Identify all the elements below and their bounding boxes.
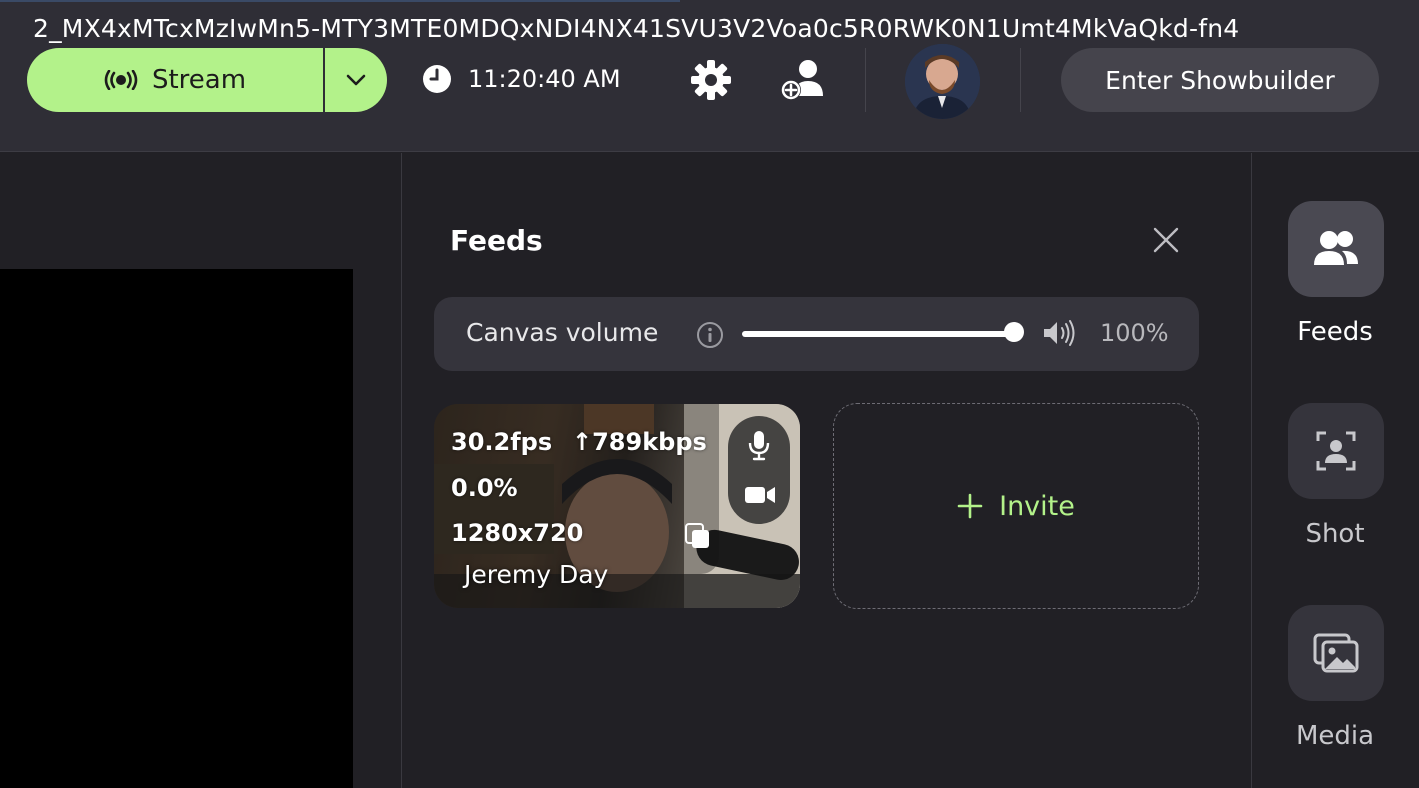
browser-tab-indicator [0, 0, 680, 2]
feed-name: Jeremy Day [464, 560, 609, 589]
user-photo [905, 44, 980, 119]
settings-button[interactable] [690, 59, 732, 105]
shot-icon [1316, 431, 1356, 471]
copy-icon[interactable] [684, 522, 712, 554]
canvas-volume-control: Canvas volume 100% [434, 297, 1199, 371]
panel-title: Feeds [450, 224, 543, 257]
stream-label: Stream [151, 65, 247, 95]
volume-percent: 100% [1100, 319, 1169, 347]
feed-fps: 30.2fps [451, 428, 553, 456]
media-icon [1313, 633, 1359, 673]
clock: 11:20:40 AM [422, 64, 621, 94]
camera-icon[interactable] [744, 484, 776, 510]
speaker-icon[interactable] [1042, 319, 1076, 351]
divider [865, 48, 866, 112]
users-icon [1314, 231, 1358, 265]
divider [1020, 48, 1021, 112]
close-panel-button[interactable] [1152, 226, 1180, 258]
rail-item-media[interactable] [1288, 605, 1384, 701]
rail-item-shot[interactable] [1288, 403, 1384, 499]
canvas-preview[interactable] [0, 269, 353, 788]
stream-button[interactable]: Stream [27, 48, 325, 112]
feed-bitrate: ↑789kbps [572, 428, 707, 456]
clock-time: 11:20:40 AM [468, 65, 621, 93]
feed-resolution: 1280x720 [451, 519, 584, 547]
stream-button-group: Stream [27, 48, 387, 112]
enter-showbuilder-button[interactable]: Enter Showbuilder [1061, 48, 1379, 112]
session-id: 2_MX4xMTcxMzIwMn5-MTY3MTE0MDQxNDI4NX41SV… [33, 14, 1240, 43]
invite-button[interactable]: Invite [833, 403, 1199, 609]
feed-controls [728, 416, 790, 524]
rail-label-shot: Shot [1305, 519, 1365, 549]
feed-packet-loss: 0.0% [451, 474, 518, 502]
volume-slider-thumb[interactable] [1004, 322, 1024, 342]
feed-card[interactable]: 30.2fps ↑789kbps 0.0% 1280x720 Jeremy Da… [434, 404, 800, 608]
rail-item-feeds[interactable] [1288, 201, 1384, 297]
add-guest-button[interactable] [780, 58, 826, 106]
chevron-down-icon [346, 74, 366, 86]
top-bar: 2_MX4xMTcxMzIwMn5-MTY3MTE0MDQxNDI4NX41SV… [0, 0, 1419, 152]
plus-icon [957, 493, 983, 519]
stream-options-dropdown[interactable] [325, 48, 387, 112]
add-user-icon [781, 60, 823, 100]
info-icon[interactable] [696, 321, 724, 353]
microphone-icon[interactable] [747, 429, 771, 465]
invite-label: Invite [999, 490, 1075, 522]
avatar[interactable] [905, 44, 980, 119]
rail-label-media: Media [1295, 721, 1375, 751]
clock-icon [423, 65, 451, 93]
volume-label: Canvas volume [466, 318, 659, 347]
volume-slider[interactable] [742, 331, 1014, 337]
broadcast-icon [104, 70, 138, 90]
gear-icon [691, 60, 731, 100]
rail-label-feeds: Feeds [1297, 317, 1373, 347]
close-icon [1153, 227, 1179, 253]
